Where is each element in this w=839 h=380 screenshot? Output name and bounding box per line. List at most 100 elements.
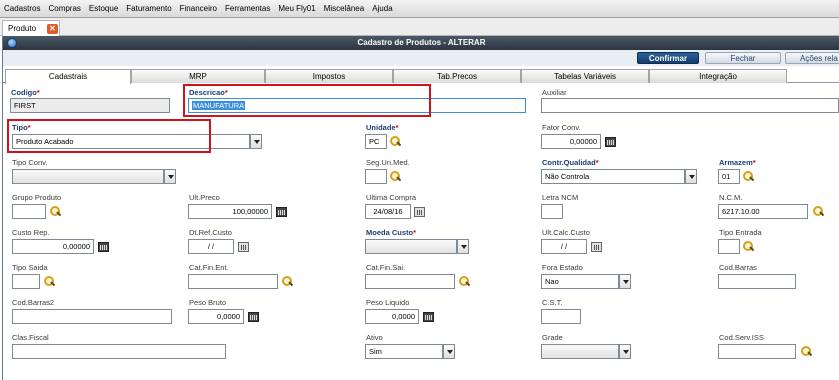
tab-impostos[interactable]: Impostos: [265, 69, 393, 83]
dt-ref-custo-field[interactable]: / /: [188, 239, 234, 254]
menu-item-4[interactable]: Financeiro: [180, 4, 217, 13]
cod-serv-iss-field[interactable]: [718, 344, 796, 359]
grade-dropdown-arrow[interactable]: [619, 344, 631, 359]
fator-conv-field[interactable]: 0,00000: [541, 134, 601, 149]
window-title: Cadastro de Produtos - ALTERAR: [357, 38, 486, 47]
tipo-conv-label: Tipo Conv.: [12, 158, 48, 167]
clas-fiscal-label: Clas.Fiscal: [12, 333, 49, 342]
menu-item-7[interactable]: Miscelânea: [324, 4, 364, 13]
contr-qualidad-dropdown-arrow[interactable]: [685, 169, 697, 184]
calendar-icon[interactable]: [591, 242, 602, 252]
unidade-field[interactable]: PC: [365, 134, 387, 149]
codigo-field[interactable]: FIRST: [10, 98, 170, 113]
letra-ncm-field[interactable]: [541, 204, 563, 219]
cat-fin-sai-label: Cat.Fin.Sai.: [366, 263, 406, 272]
close-button[interactable]: Fechar: [705, 52, 781, 64]
ultima-compra-label: Ultima Compra: [366, 193, 417, 202]
tipo-conv-select[interactable]: [12, 169, 164, 184]
fator-conv-label: Fator Conv.: [542, 123, 581, 132]
seg-un-med-field[interactable]: [365, 169, 387, 184]
ult-calc-custo-label: Ult.Calc.Custo: [542, 228, 590, 237]
peso-bruto-field[interactable]: 0,0000: [188, 309, 244, 324]
fora-estado-dropdown-arrow[interactable]: [619, 274, 631, 289]
tab-cadastrais[interactable]: Cadastrais: [5, 69, 131, 84]
product-window: Cadastro de Produtos - ALTERAR Confirmar…: [2, 36, 839, 380]
calculator-icon[interactable]: [98, 242, 109, 252]
calendar-icon[interactable]: [238, 242, 249, 252]
armazem-field[interactable]: 01: [718, 169, 740, 184]
cat-fin-ent-field[interactable]: [188, 274, 278, 289]
clas-fiscal-field[interactable]: [12, 344, 226, 359]
tipo-dropdown-arrow[interactable]: [250, 134, 262, 149]
confirm-button[interactable]: Confirmar: [637, 52, 699, 64]
form-cadastrais: Codigo* FIRST Descricao* MANUFATURA Auxi…: [3, 84, 839, 380]
grade-select[interactable]: [541, 344, 619, 359]
moeda-custo-label: Moeda Custo*: [366, 228, 417, 237]
action-toolbar: Confirmar Fechar Ações rela: [3, 50, 839, 66]
grupo-produto-label: Grupo Produto: [12, 193, 62, 202]
search-icon[interactable]: [390, 136, 400, 147]
contr-qualidad-select[interactable]: Não Controla: [541, 169, 685, 184]
cat-fin-sai-field[interactable]: [365, 274, 455, 289]
cat-fin-ent-label: Cat.Fin.Ent.: [189, 263, 229, 272]
power-icon[interactable]: [7, 38, 17, 48]
menu-item-1[interactable]: Compras: [48, 4, 80, 13]
auxiliar-label: Auxiliar: [542, 88, 567, 97]
document-tab-label: Produto: [8, 24, 37, 33]
tipo-entrada-field[interactable]: [718, 239, 740, 254]
moeda-custo-dropdown-arrow[interactable]: [457, 239, 469, 254]
moeda-custo-select[interactable]: [365, 239, 457, 254]
descricao-highlight: [183, 84, 431, 117]
tab-tab-precos[interactable]: Tab.Precos: [393, 69, 521, 83]
search-icon[interactable]: [743, 241, 753, 252]
ult-calc-custo-field[interactable]: / /: [541, 239, 587, 254]
cod-barras-field[interactable]: [718, 274, 796, 289]
menu-item-8[interactable]: Ajuda: [372, 4, 392, 13]
ultima-compra-field[interactable]: 24/08/16: [365, 204, 411, 219]
menu-item-5[interactable]: Ferramentas: [225, 4, 270, 13]
peso-bruto-label: Peso Bruto: [189, 298, 227, 307]
fora-estado-select[interactable]: Nao: [541, 274, 619, 289]
related-actions-button[interactable]: Ações rela: [785, 52, 839, 64]
peso-liquido-field[interactable]: 0,0000: [365, 309, 419, 324]
close-icon[interactable]: ✕: [47, 24, 58, 34]
document-tab-produto[interactable]: Produto ✕: [2, 20, 60, 36]
ativo-label: Ativo: [366, 333, 383, 342]
ult-preco-field[interactable]: 100,00000: [188, 204, 272, 219]
grupo-produto-field[interactable]: [12, 204, 46, 219]
search-icon[interactable]: [743, 171, 753, 182]
calculator-icon[interactable]: [605, 137, 616, 147]
tipo-conv-dropdown-arrow[interactable]: [164, 169, 176, 184]
calculator-icon[interactable]: [423, 312, 434, 322]
search-icon[interactable]: [390, 171, 400, 182]
search-icon[interactable]: [459, 276, 469, 287]
menu-item-0[interactable]: Cadastros: [4, 4, 40, 13]
search-icon[interactable]: [801, 346, 811, 357]
tab-tabelas-variaveis[interactable]: Tabelas Variáveis: [521, 69, 649, 83]
ult-preco-label: Ult.Preco: [189, 193, 220, 202]
ativo-select[interactable]: Sim: [365, 344, 443, 359]
custo-rep-field[interactable]: 0,00000: [12, 239, 94, 254]
ativo-dropdown-arrow[interactable]: [443, 344, 455, 359]
menu-item-3[interactable]: Faturamento: [126, 4, 171, 13]
calculator-icon[interactable]: [276, 207, 287, 217]
search-icon[interactable]: [50, 206, 60, 217]
cst-field[interactable]: [541, 309, 581, 324]
ncm-label: N.C.M.: [719, 193, 743, 202]
auxiliar-field[interactable]: [541, 98, 839, 113]
menu-item-6[interactable]: Meu Fly01: [278, 4, 315, 13]
calculator-icon[interactable]: [248, 312, 259, 322]
cod-barras2-field[interactable]: [12, 309, 172, 324]
search-icon[interactable]: [282, 276, 292, 287]
tipo-saida-field[interactable]: [12, 274, 40, 289]
calendar-icon[interactable]: [414, 207, 425, 217]
cod-serv-iss-label: Cod.Serv.ISS: [719, 333, 764, 342]
tab-mrp[interactable]: MRP: [131, 69, 265, 83]
search-icon[interactable]: [44, 276, 54, 287]
tab-integracao[interactable]: Integração: [649, 69, 787, 83]
ncm-field[interactable]: 6217.10.00: [718, 204, 808, 219]
search-icon[interactable]: [813, 206, 823, 217]
menu-bar: Cadastros Compras Estoque Faturamento Financ…: [0, 0, 839, 18]
menu-item-2[interactable]: Estoque: [89, 4, 118, 13]
folder-tabs: Cadastrais MRP Impostos Tab.Precos Tabel…: [3, 69, 839, 84]
